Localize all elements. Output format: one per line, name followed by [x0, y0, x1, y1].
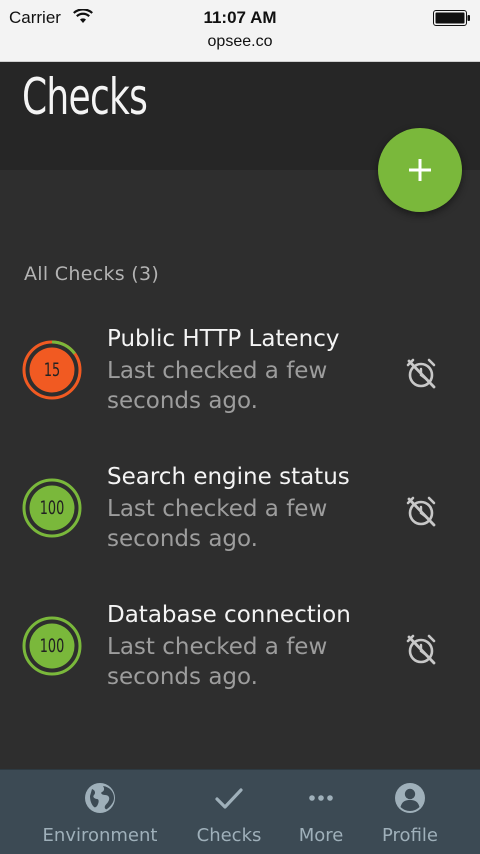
alarm-off-icon[interactable]: [404, 356, 438, 390]
tab-label: Profile: [382, 825, 438, 846]
check-row[interactable]: 100 Database connection Last checked a f…: [0, 594, 480, 704]
profile-icon: [395, 783, 425, 813]
check-last-checked: Last checked a few seconds ago.: [107, 496, 328, 552]
check-last-checked: Last checked a few seconds ago.: [107, 634, 328, 690]
plus-icon: [409, 159, 431, 181]
bottom-tab-bar: Environment Checks More Profile: [0, 769, 480, 854]
browser-chrome: Carrier 11:07 AM opsee.co: [0, 0, 480, 62]
check-name: Public HTTP Latency: [107, 326, 340, 352]
status-time: 11:07 AM: [203, 8, 277, 27]
health-score: 100: [39, 497, 65, 519]
page-title: Checks: [22, 68, 148, 126]
section-label: All Checks (3): [24, 263, 160, 285]
tab-environment[interactable]: Environment: [30, 770, 170, 854]
tab-label: Checks: [196, 825, 262, 846]
status-bar: Carrier 11:07 AM: [0, 0, 480, 34]
tab-label: Environment: [42, 825, 158, 846]
health-score: 100: [39, 635, 65, 657]
add-check-button[interactable]: [378, 128, 462, 212]
check-row[interactable]: 100 Search engine status Last checked a …: [0, 456, 480, 566]
check-name: Search engine status: [107, 464, 350, 490]
tab-more[interactable]: More: [288, 770, 354, 854]
tab-label: More: [298, 825, 344, 846]
tab-profile[interactable]: Profile: [370, 770, 450, 854]
globe-icon: [85, 783, 115, 813]
check-last-checked: Last checked a few seconds ago.: [107, 358, 328, 414]
alarm-off-icon[interactable]: [404, 494, 438, 528]
alarm-off-icon[interactable]: [404, 632, 438, 666]
more-dots-icon: [309, 795, 333, 801]
health-score: 15: [43, 359, 61, 381]
url-bar[interactable]: opsee.co: [0, 33, 480, 51]
checkmark-icon: [215, 788, 243, 809]
battery-icon: [433, 10, 470, 26]
tab-checks[interactable]: Checks: [189, 770, 269, 854]
check-name: Database connection: [107, 602, 351, 628]
check-row[interactable]: 15 Public HTTP Latency Last checked a fe…: [0, 318, 480, 428]
